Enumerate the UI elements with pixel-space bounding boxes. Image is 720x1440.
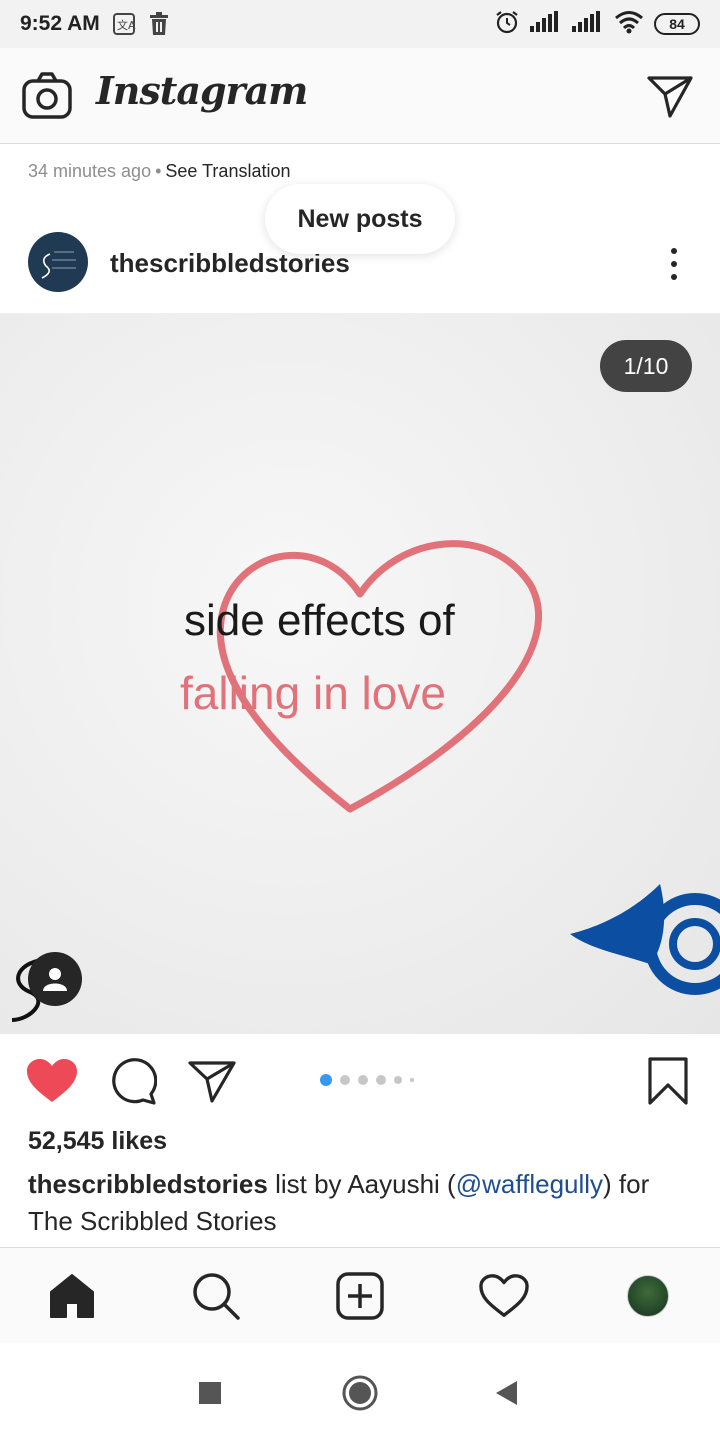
- alarm-icon: [494, 9, 520, 40]
- previous-post-meta: 34 minutes ago • See Translation: [28, 161, 290, 182]
- carousel-indicator: [320, 1074, 414, 1086]
- image-text-line1: side effects of: [184, 596, 455, 645]
- battery-indicator: 84: [654, 13, 700, 35]
- direct-message-icon[interactable]: [646, 72, 694, 120]
- send-icon[interactable]: [186, 1056, 238, 1106]
- carousel-dot-active: [320, 1074, 332, 1086]
- carousel-dot: [340, 1075, 350, 1085]
- instagram-logo: Instagram: [96, 68, 308, 113]
- caption-text: list by Aayushi (: [267, 1169, 456, 1199]
- profile-picture: [627, 1275, 669, 1317]
- status-bar: 9:52 AM 文A 84: [0, 0, 720, 48]
- app-header: Instagram: [0, 48, 720, 144]
- camera-icon[interactable]: [22, 72, 72, 120]
- bookmark-icon[interactable]: [642, 1056, 694, 1106]
- french-horn-art: [570, 884, 720, 995]
- comment-icon[interactable]: [106, 1056, 158, 1106]
- svg-text:文A: 文A: [117, 18, 136, 32]
- image-text-line2: falling in love: [180, 667, 446, 719]
- likes-count[interactable]: 52,545 likes: [28, 1127, 167, 1156]
- carousel-dot: [410, 1078, 414, 1082]
- heart-filled-icon[interactable]: [26, 1056, 78, 1106]
- more-options-icon[interactable]: [664, 244, 684, 284]
- post-actions: [0, 1034, 720, 1124]
- search-icon[interactable]: [190, 1270, 242, 1322]
- caption-username[interactable]: thescribbledstories: [28, 1169, 268, 1199]
- post-author-avatar[interactable]: [28, 232, 88, 292]
- see-translation-link[interactable]: See Translation: [165, 161, 290, 181]
- signal-icon-2: [572, 10, 604, 38]
- status-time: 9:52 AM: [20, 12, 100, 35]
- post-caption: thescribbledstories list by Aayushi (@wa…: [28, 1166, 698, 1240]
- carousel-dot: [358, 1075, 368, 1085]
- system-navigation-bar: [0, 1343, 720, 1440]
- trash-notification-icon: [148, 12, 170, 36]
- profile-avatar[interactable]: [622, 1270, 674, 1322]
- post-time-ago: 34 minutes ago: [28, 161, 152, 181]
- carousel-dot: [376, 1075, 386, 1085]
- add-post-icon[interactable]: [334, 1270, 386, 1322]
- meta-separator: •: [155, 161, 162, 181]
- activity-heart-icon[interactable]: [478, 1270, 530, 1322]
- bottom-navigation: [0, 1247, 720, 1343]
- home-circle-icon[interactable]: [340, 1373, 380, 1413]
- carousel-counter: 1/10: [600, 340, 692, 392]
- recents-square-icon[interactable]: [190, 1373, 230, 1413]
- home-icon[interactable]: [46, 1270, 98, 1322]
- carousel-dot: [394, 1076, 402, 1084]
- back-triangle-icon[interactable]: [486, 1373, 526, 1413]
- tagged-users-icon[interactable]: [28, 952, 82, 1006]
- wifi-icon: [614, 10, 644, 39]
- new-posts-button[interactable]: New posts: [265, 184, 455, 254]
- caption-mention[interactable]: @wafflegully: [456, 1169, 603, 1199]
- signal-icon: [530, 10, 562, 38]
- translate-notification-icon: 文A: [112, 12, 136, 36]
- post-image[interactable]: 1/10 side effects of falling in love: [0, 314, 720, 1034]
